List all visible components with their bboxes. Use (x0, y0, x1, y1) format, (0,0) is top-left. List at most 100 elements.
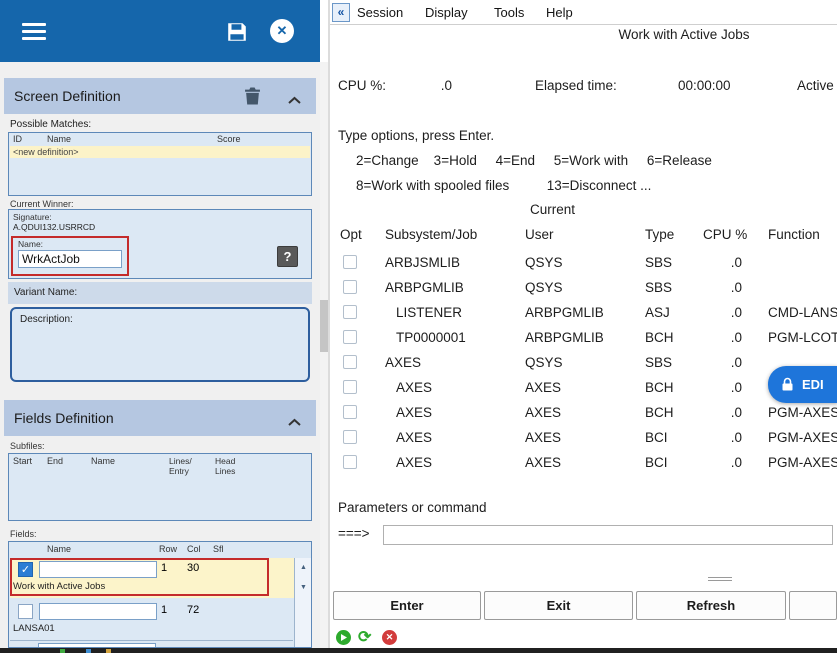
taskbar-icon (86, 649, 91, 653)
job-name: ARBJSMLIB (385, 250, 460, 275)
screen-definition-header[interactable]: Screen Definition (4, 78, 316, 114)
opt-checkbox[interactable] (343, 455, 357, 469)
col-name: Name (91, 456, 115, 466)
col-head-lines: Head Lines (215, 456, 235, 476)
job-cpu: .0 (685, 450, 742, 475)
chevron-up-icon[interactable] (288, 92, 301, 101)
job-user: QSYS (525, 250, 563, 275)
close-icon[interactable]: ✕ (270, 19, 294, 43)
col-job: Subsystem/Job (385, 227, 477, 242)
disconnect-icon[interactable]: ✕ (382, 630, 397, 645)
job-row: TP0000001 ARBPGMLIB BCH .0 PGM-LCOT (330, 325, 837, 350)
chevron-up-icon[interactable] (288, 414, 301, 423)
opt-checkbox[interactable] (343, 330, 357, 344)
opt-checkbox[interactable] (343, 430, 357, 444)
lock-icon (780, 377, 795, 397)
save-icon[interactable] (226, 21, 248, 43)
job-row: ARBPGMLIB QSYS SBS .0 (330, 275, 837, 300)
cpu-value: .0 (390, 78, 452, 93)
screen-name-input[interactable] (18, 250, 122, 268)
refresh-button[interactable]: Refresh (636, 591, 786, 620)
col-sfl: Sfl (213, 544, 224, 554)
row-separator (10, 640, 293, 641)
description-label: Description: (20, 314, 73, 325)
possible-matches-label: Possible Matches: (10, 119, 91, 130)
col-user: User (525, 227, 554, 242)
parameters-label: Parameters or command (338, 500, 487, 515)
field-row-num: 1 (161, 562, 167, 574)
screen-definition-title: Screen Definition (14, 78, 121, 114)
opt-checkbox[interactable] (343, 305, 357, 319)
match-row-new-definition[interactable]: <new definition> (10, 146, 310, 158)
job-name: AXES (396, 450, 432, 475)
job-cpu: .0 (685, 300, 742, 325)
subfiles-table[interactable]: Start End Name Lines/ Entry Head Lines (8, 453, 312, 521)
variant-name-strip[interactable]: Variant Name: (8, 282, 312, 304)
command-input[interactable] (383, 525, 833, 545)
splitter-grip[interactable] (708, 577, 732, 585)
field-row[interactable]: 1 72 LANSA01 (10, 600, 294, 640)
job-name: LISTENER (396, 300, 462, 325)
panel-scrollbar-thumb[interactable] (320, 300, 328, 352)
enter-button[interactable]: Enter (333, 591, 481, 620)
menu-icon[interactable] (22, 23, 46, 40)
opt-checkbox[interactable] (343, 280, 357, 294)
panel-scrollbar-track[interactable] (320, 62, 328, 648)
menu-display[interactable]: Display (425, 0, 468, 25)
panel-toolbar: ✕ (0, 0, 320, 62)
description-box[interactable]: Description: (10, 307, 310, 382)
job-user: AXES (525, 375, 561, 400)
col-row: Row (159, 544, 177, 554)
opt-checkbox[interactable] (343, 355, 357, 369)
opt-checkbox[interactable] (343, 255, 357, 269)
taskbar (0, 648, 837, 653)
partial-button[interactable] (789, 591, 837, 620)
field-name-input[interactable] (39, 561, 157, 578)
job-row: AXES AXES BCH .0 (330, 375, 837, 400)
job-type: BCI (645, 450, 668, 475)
job-user: QSYS (525, 275, 563, 300)
menu-tools[interactable]: Tools (494, 0, 524, 25)
name-label: Name: (18, 239, 43, 249)
trash-icon[interactable] (244, 86, 261, 111)
exit-button[interactable]: Exit (484, 591, 633, 620)
menu-help[interactable]: Help (546, 0, 573, 25)
menu-session[interactable]: Session (357, 0, 403, 25)
col-score: Score (217, 134, 241, 144)
connected-icon (336, 630, 351, 645)
field-checkbox[interactable]: ✓ (18, 562, 33, 577)
refresh-icon[interactable]: ⟳ (358, 630, 371, 645)
signature-label: Signature: (13, 212, 52, 222)
job-row: AXES AXES BCH .0 PGM-AXES (330, 400, 837, 425)
job-cpu: .0 (685, 375, 742, 400)
fields-definition-header[interactable]: Fields Definition (4, 400, 316, 436)
field-checkbox[interactable] (18, 604, 33, 619)
job-name: AXES (385, 350, 421, 375)
name-highlight-box: Name: (11, 236, 129, 276)
col-start: Start (13, 456, 32, 466)
edit-button[interactable]: EDI (768, 366, 837, 403)
job-type: BCH (645, 375, 674, 400)
collapse-panel-icon[interactable]: « (332, 3, 350, 22)
col-name: Name (47, 544, 71, 554)
scroll-up-icon[interactable]: ▲ (295, 558, 312, 578)
job-user: ARBPGMLIB (525, 300, 604, 325)
field-caption: Work with Active Jobs (13, 581, 105, 592)
opt-checkbox[interactable] (343, 405, 357, 419)
help-button[interactable]: ? (277, 246, 298, 267)
fields-scrollbar[interactable]: ▲ ▼ (294, 558, 312, 648)
job-type: SBS (645, 275, 672, 300)
current-winner-label: Current Winner: (10, 199, 74, 209)
col-function: Function (768, 227, 820, 242)
job-cpu: .0 (685, 425, 742, 450)
opt-checkbox[interactable] (343, 380, 357, 394)
field-row[interactable]: ✓ 1 30 Work with Active Jobs (10, 558, 294, 598)
col-cpu: CPU % (703, 227, 747, 242)
field-caption: LANSA01 (13, 623, 55, 634)
edit-button-label: EDI (802, 366, 824, 403)
scroll-down-icon[interactable]: ▼ (295, 578, 312, 598)
job-row: AXES AXES BCI .0 PGM-AXES (330, 450, 837, 475)
possible-matches-table[interactable]: ID Name Score <new definition> (8, 132, 312, 196)
field-name-input[interactable] (39, 603, 157, 620)
job-type: SBS (645, 350, 672, 375)
